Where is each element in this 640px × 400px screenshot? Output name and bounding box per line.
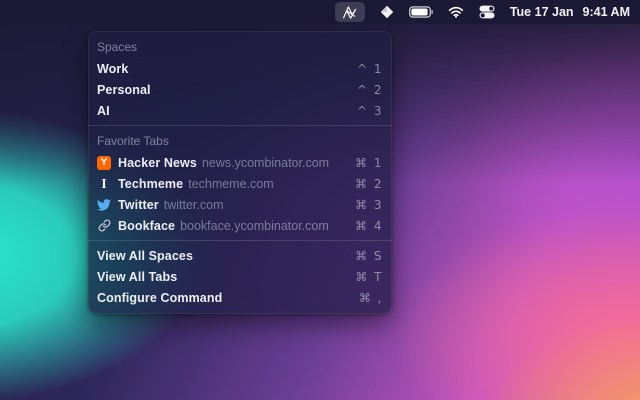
tab-label: Hacker News [118, 156, 197, 170]
arc-menubar-button[interactable] [335, 2, 365, 22]
menu-item-configure-command[interactable]: Configure Command ⌘ , [88, 287, 392, 308]
menu-item-shortcut: ^ 3 [357, 104, 383, 118]
menu-item-work[interactable]: Work ^ 1 [88, 58, 392, 79]
hacker-news-favicon: Y [97, 156, 111, 170]
control-center-icon[interactable] [479, 5, 495, 19]
tab-url: news.ycombinator.com [202, 156, 329, 170]
arc-command-menu: Spaces Work ^ 1 Personal ^ 2 AI ^ 3 Favo… [88, 31, 392, 314]
tab-label: Bookface [118, 219, 175, 233]
menu-item-shortcut: ^ 2 [357, 83, 383, 97]
menu-item-personal[interactable]: Personal ^ 2 [88, 79, 392, 100]
menu-item-shortcut: ⌘ 4 [355, 219, 383, 233]
menu-item-shortcut: ⌘ 2 [355, 177, 383, 191]
tab-url: bookface.ycombinator.com [180, 219, 329, 233]
menubar-date: Tue 17 Jan [510, 5, 574, 19]
kite-menubar-icon[interactable] [380, 5, 394, 19]
arc-logo-icon [341, 5, 358, 20]
menu-item-shortcut: ⌘ S [355, 249, 383, 263]
menu-item-shortcut: ⌘ , [359, 291, 383, 305]
menu-item-bookface[interactable]: Bookface bookface.ycombinator.com ⌘ 4 [88, 215, 392, 236]
menu-item-shortcut: ^ 1 [357, 62, 383, 76]
menu-item-label: Configure Command [97, 291, 222, 305]
tab-label: Twitter [118, 198, 159, 212]
menu-item-techmeme[interactable]: I Techmeme techmeme.com ⌘ 2 [88, 173, 392, 194]
techmeme-favicon: I [97, 177, 111, 191]
menu-item-shortcut: ⌘ 1 [355, 156, 383, 170]
twitter-favicon [97, 198, 111, 212]
menu-item-shortcut: ⌘ 3 [355, 198, 383, 212]
menu-bar: Tue 17 Jan 9:41 AM [0, 0, 640, 24]
menu-item-label: AI [97, 104, 110, 118]
tab-label: Techmeme [118, 177, 183, 191]
menu-item-label: View All Tabs [97, 270, 177, 284]
menu-item-hacker-news[interactable]: Y Hacker News news.ycombinator.com ⌘ 1 [88, 152, 392, 173]
battery-icon[interactable] [409, 6, 433, 18]
menu-item-label: Work [97, 62, 128, 76]
menu-item-shortcut: ⌘ T [355, 270, 383, 284]
link-favicon [97, 219, 111, 233]
menu-separator [88, 240, 392, 241]
menubar-time: 9:41 AM [583, 5, 630, 19]
menu-item-view-all-tabs[interactable]: View All Tabs ⌘ T [88, 266, 392, 287]
favorite-tabs-section-header: Favorite Tabs [88, 130, 392, 152]
menu-item-twitter[interactable]: Twitter twitter.com ⌘ 3 [88, 194, 392, 215]
menu-item-view-all-spaces[interactable]: View All Spaces ⌘ S [88, 245, 392, 266]
menu-separator [88, 125, 392, 126]
tab-url: twitter.com [164, 198, 224, 212]
wifi-icon[interactable] [448, 6, 464, 18]
spaces-section-header: Spaces [88, 36, 392, 58]
menu-item-ai[interactable]: AI ^ 3 [88, 100, 392, 121]
tab-url: techmeme.com [188, 177, 273, 191]
menubar-clock[interactable]: Tue 17 Jan 9:41 AM [510, 5, 630, 19]
menu-item-label: View All Spaces [97, 249, 193, 263]
menu-item-label: Personal [97, 83, 151, 97]
